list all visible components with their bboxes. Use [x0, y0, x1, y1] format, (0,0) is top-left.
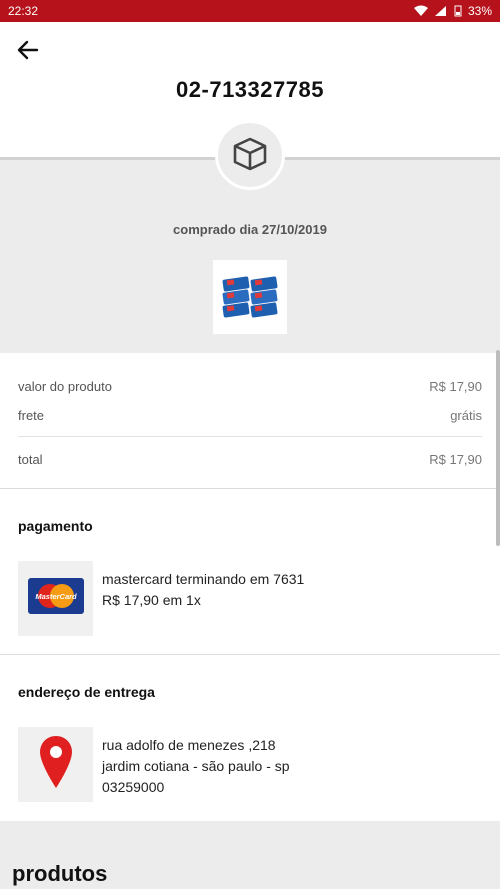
- address-line-1: rua adolfo de menezes ,218: [102, 737, 276, 753]
- purchase-date: comprado dia 27/10/2019: [173, 222, 327, 237]
- payment-icon-box: MasterCard: [18, 561, 93, 636]
- product-value: R$ 17,90: [429, 379, 482, 394]
- mastercard-logo-text: MasterCard: [35, 592, 77, 601]
- status-time: 22:32: [8, 4, 39, 18]
- wifi-icon: [413, 5, 428, 17]
- back-button[interactable]: [14, 38, 42, 66]
- total-value: R$ 17,90: [429, 452, 482, 467]
- shipping-row: frete grátis: [18, 408, 482, 423]
- order-number: 02-713327785: [176, 77, 324, 102]
- product-value-label: valor do produto: [18, 379, 112, 394]
- box-icon: [229, 132, 271, 179]
- signal-icon: 4: [434, 5, 448, 17]
- card-description: mastercard terminando em 7631: [102, 571, 305, 587]
- box-badge: [215, 120, 285, 190]
- total-row: total R$ 17,90: [18, 452, 482, 467]
- address-title: endereço de entrega: [18, 684, 155, 700]
- products-section: produtos: [0, 821, 500, 889]
- scrollbar[interactable]: [496, 350, 500, 546]
- address-line-2: jardim cotiana - são paulo - sp: [102, 758, 290, 774]
- address-zip: 03259000: [102, 779, 165, 795]
- mastercard-icon: MasterCard: [27, 578, 84, 619]
- section-divider: [0, 488, 500, 489]
- total-label: total: [18, 452, 43, 467]
- back-arrow-icon: [17, 39, 39, 66]
- section-divider-2: [0, 654, 500, 655]
- address-icon-box: [18, 727, 93, 802]
- shipping-value: grátis: [450, 408, 482, 423]
- battery-icon: [454, 5, 462, 17]
- summary-divider: [18, 436, 482, 437]
- location-pin-icon: [38, 734, 74, 795]
- products-title: produtos: [12, 861, 108, 886]
- battery-percent: 33%: [467, 4, 492, 18]
- product-image: [222, 276, 278, 318]
- payment-title: pagamento: [18, 518, 93, 534]
- installments: R$ 17,90 em 1x: [102, 592, 201, 608]
- status-bar: 22:32 4 33%: [0, 0, 500, 22]
- product-value-row: valor do produto R$ 17,90: [18, 379, 482, 394]
- shipping-label: frete: [18, 408, 45, 423]
- product-thumbnail[interactable]: [213, 260, 287, 334]
